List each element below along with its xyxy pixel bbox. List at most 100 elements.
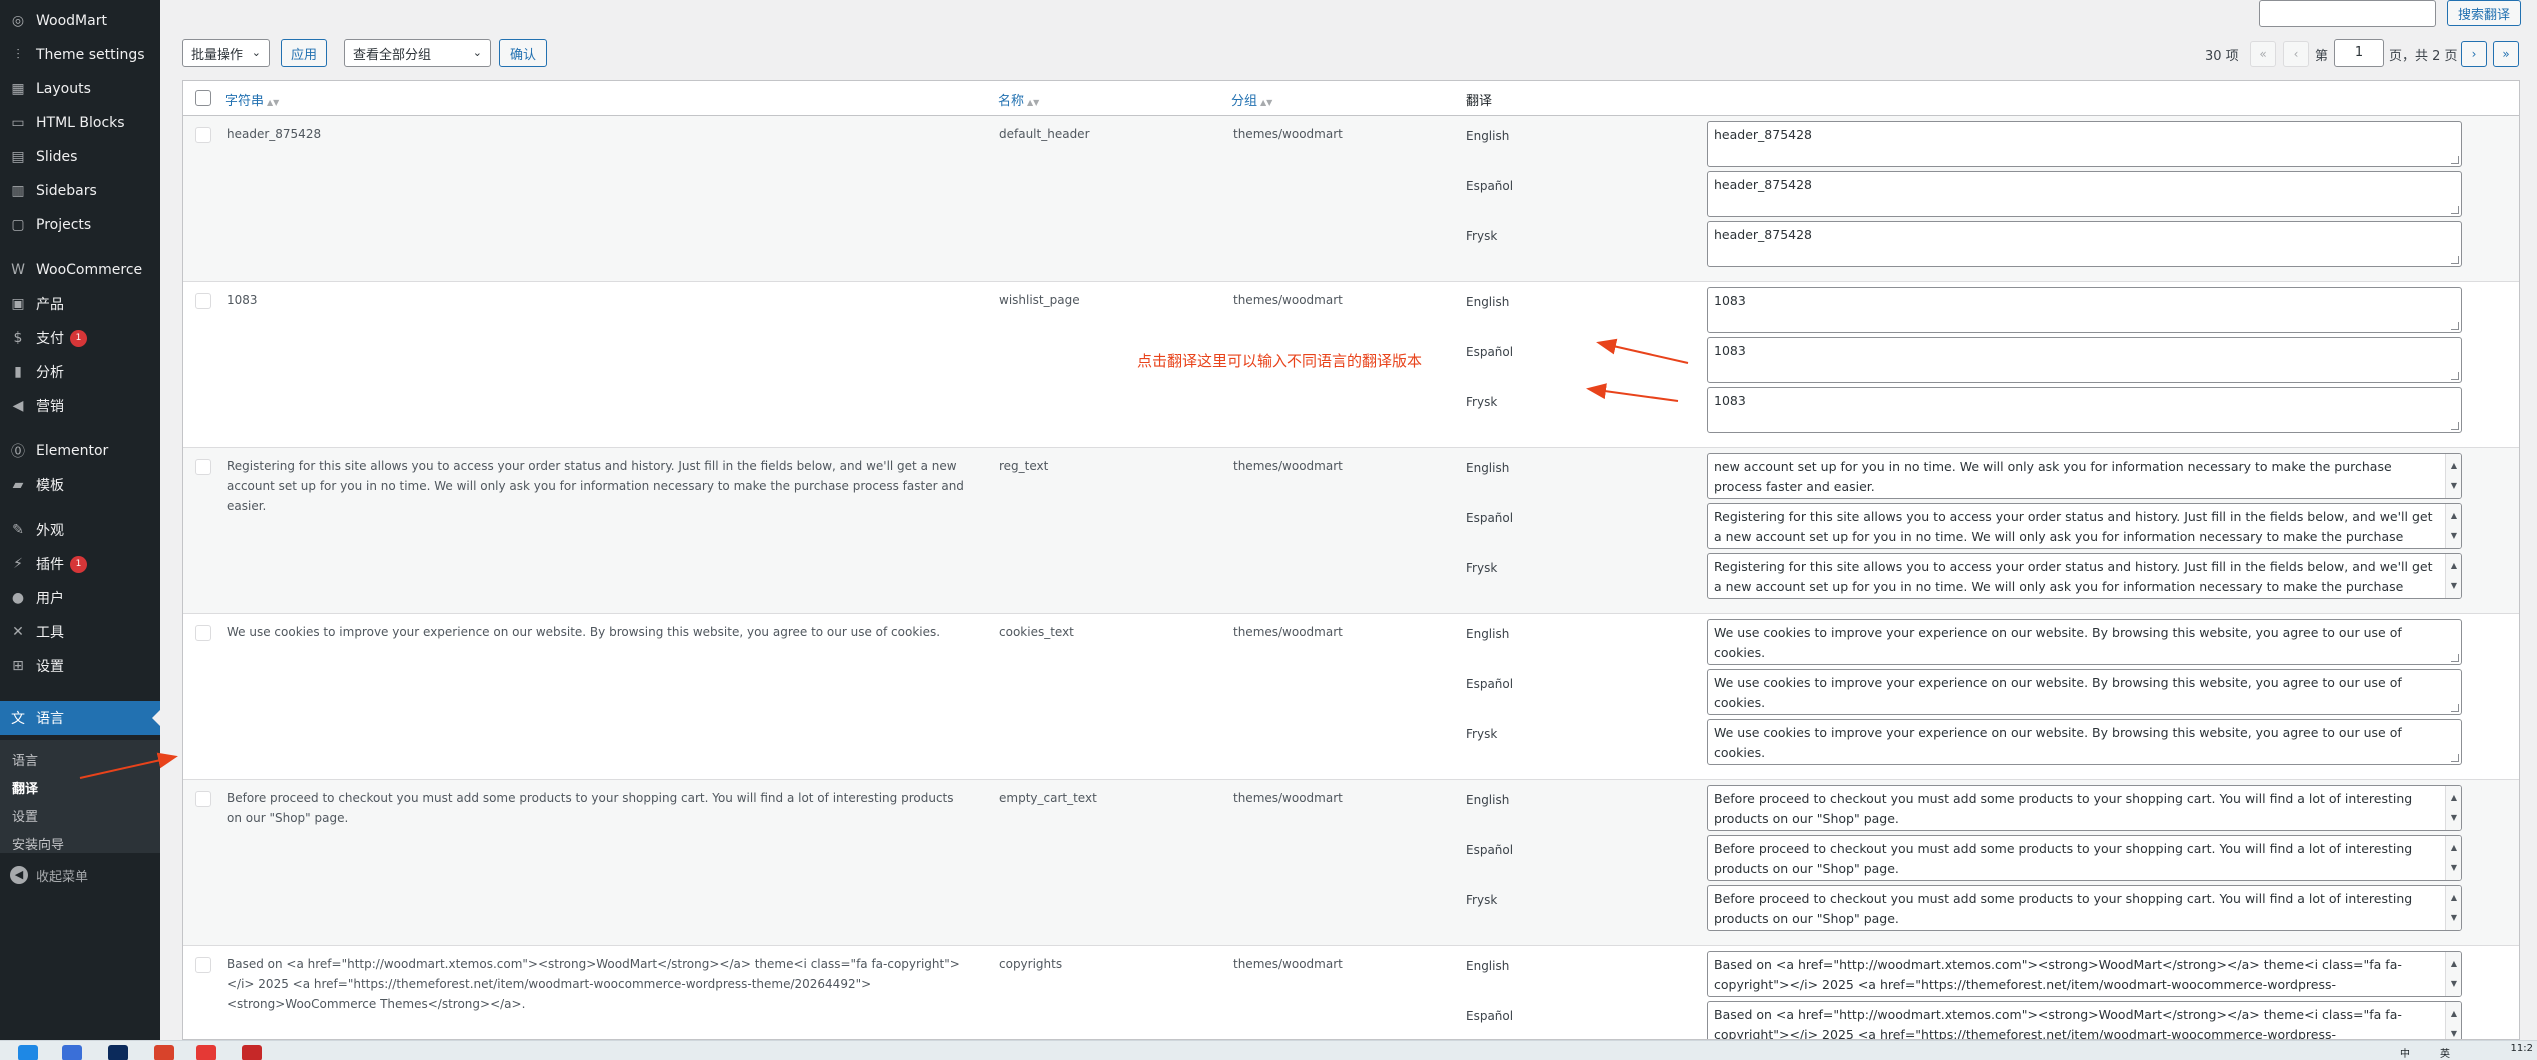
translation-textarea[interactable]: new account set up for you in no time. W… [1707, 453, 2462, 499]
sidebar-item-woocommerce[interactable]: W WooCommerce [0, 257, 160, 283]
scroll-up-icon[interactable]: ▲ [2446, 888, 2461, 908]
textarea-scrollbar[interactable]: ▲ ▼ [2445, 786, 2461, 830]
resize-grip-icon[interactable] [2451, 372, 2459, 380]
first-page-button[interactable]: « [2250, 41, 2276, 67]
translation-textarea[interactable]: Based on <a href="http://woodmart.xtemos… [1707, 1001, 2462, 1039]
scroll-down-icon[interactable]: ▼ [2446, 476, 2461, 496]
scroll-down-icon[interactable]: ▼ [2446, 858, 2461, 878]
column-group[interactable]: 分组 ▲▼ [1231, 90, 1272, 109]
translation-textarea[interactable]: We use cookies to improve your experienc… [1707, 669, 2462, 715]
row-checkbox[interactable] [195, 293, 211, 309]
sidebar-item-woodmart[interactable]: ◎ WoodMart [0, 8, 160, 34]
apply-button[interactable]: 应用 [281, 39, 327, 67]
translation-search-input[interactable] [2259, 0, 2436, 27]
translation-textarea[interactable]: Before proceed to checkout you must add … [1707, 785, 2462, 831]
current-page-input[interactable]: 1 [2334, 39, 2384, 67]
translation-textarea[interactable]: 1083 [1707, 287, 2462, 333]
sidebar-item-chart[interactable]: ▮ 分析 [0, 359, 160, 385]
sidebar-item-archive[interactable]: ▣ 产品 [0, 291, 160, 317]
translation-textarea[interactable]: We use cookies to improve your experienc… [1707, 619, 2462, 665]
textarea-scrollbar[interactable]: ▲ ▼ [2445, 454, 2461, 498]
browser-icon[interactable] [154, 1045, 174, 1060]
sidebar-item-folder[interactable]: ▰ 模板 [0, 472, 160, 498]
translation-textarea[interactable]: We use cookies to improve your experienc… [1707, 719, 2462, 765]
scroll-up-icon[interactable]: ▲ [2446, 506, 2461, 526]
resize-grip-icon[interactable] [2451, 256, 2459, 264]
photoshop-icon[interactable] [108, 1045, 128, 1060]
sidebar-item-user[interactable]: ● 用户 [0, 585, 160, 611]
translation-textarea[interactable]: 1083 [1707, 387, 2462, 433]
submenu-item-translations[interactable]: 翻译 [12, 778, 38, 797]
row-checkbox[interactable] [195, 791, 211, 807]
confirm-filter-button[interactable]: 确认 [499, 39, 547, 67]
resize-grip-icon[interactable] [2451, 654, 2459, 662]
sidebar-item-megaphone[interactable]: ◀ 营销 [0, 393, 160, 419]
scroll-down-icon[interactable]: ▼ [2446, 1024, 2461, 1039]
resize-grip-icon[interactable] [2451, 704, 2459, 712]
sidebar-item-translation[interactable]: 文语言 [0, 701, 160, 735]
translation-textarea[interactable]: header_875428 [1707, 221, 2462, 267]
translation-textarea[interactable]: Based on <a href="http://woodmart.xtemos… [1707, 951, 2462, 997]
textarea-scrollbar[interactable]: ▲ ▼ [2445, 836, 2461, 880]
prev-page-button[interactable]: ‹ [2283, 41, 2309, 67]
textarea-scrollbar[interactable]: ▲ ▼ [2445, 952, 2461, 996]
scroll-up-icon[interactable]: ▲ [2446, 954, 2461, 974]
start-menu-icon[interactable] [18, 1045, 38, 1060]
scroll-up-icon[interactable]: ▲ [2446, 838, 2461, 858]
scroll-up-icon[interactable]: ▲ [2446, 456, 2461, 476]
textarea-scrollbar[interactable]: ▲ ▼ [2445, 504, 2461, 548]
mail-icon[interactable] [196, 1045, 216, 1060]
sidebar-item-brush[interactable]: ✎ 外观 [0, 517, 160, 543]
submenu-item-languages[interactable]: 语言 [12, 750, 38, 769]
collapse-menu-button[interactable]: ◀ 收起菜单 [0, 862, 160, 888]
column-string[interactable]: 字符串 ▲▼ [225, 90, 279, 109]
textarea-scrollbar[interactable]: ▲ ▼ [2445, 554, 2461, 598]
row-checkbox[interactable] [195, 625, 211, 641]
sidebar-item-html-blocks[interactable]: ▭ HTML Blocks [0, 110, 160, 136]
submenu-item-setup-wizard[interactable]: 安装向导 [12, 834, 64, 853]
translation-textarea[interactable]: Registering for this site allows you to … [1707, 503, 2462, 549]
resize-grip-icon[interactable] [2451, 754, 2459, 762]
resize-grip-icon[interactable] [2451, 156, 2459, 164]
textarea-scrollbar[interactable]: ▲ ▼ [2445, 886, 2461, 930]
ime-indicator-cn[interactable]: 中 [2400, 1045, 2410, 1060]
textarea-scrollbar[interactable]: ▲ ▼ [2445, 1002, 2461, 1039]
bulk-action-select[interactable]: 批量操作 ⌄ [182, 39, 270, 67]
select-all-checkbox[interactable] [195, 90, 211, 106]
translation-textarea[interactable]: header_875428 [1707, 121, 2462, 167]
chat-icon[interactable] [242, 1045, 262, 1060]
scroll-up-icon[interactable]: ▲ [2446, 556, 2461, 576]
scroll-down-icon[interactable]: ▼ [2446, 526, 2461, 546]
group-filter-select[interactable]: 查看全部分组 ⌄ [344, 39, 491, 67]
sidebar-item-payment[interactable]: $ 支付 1 [0, 325, 160, 351]
resize-grip-icon[interactable] [2451, 206, 2459, 214]
row-checkbox[interactable] [195, 459, 211, 475]
search-translations-button[interactable]: 搜索翻译 [2447, 0, 2521, 26]
translation-textarea[interactable]: Before proceed to checkout you must add … [1707, 885, 2462, 931]
sidebar-item-slides[interactable]: ▤ Slides [0, 144, 160, 170]
resize-grip-icon[interactable] [2451, 322, 2459, 330]
sidebar-item-sidebars[interactable]: ▥ Sidebars [0, 178, 160, 204]
column-name[interactable]: 名称 ▲▼ [998, 90, 1039, 109]
resize-grip-icon[interactable] [2451, 422, 2459, 430]
translation-textarea[interactable]: Registering for this site allows you to … [1707, 553, 2462, 599]
sidebar-item-elementor[interactable]: ⓪ Elementor [0, 438, 160, 464]
scroll-down-icon[interactable]: ▼ [2446, 808, 2461, 828]
submenu-item-settings[interactable]: 设置 [12, 806, 38, 825]
app-icon[interactable] [62, 1045, 82, 1060]
translation-textarea[interactable]: header_875428 [1707, 171, 2462, 217]
sidebar-item-layouts[interactable]: ▦ Layouts [0, 76, 160, 102]
scroll-up-icon[interactable]: ▲ [2446, 1004, 2461, 1024]
scroll-down-icon[interactable]: ▼ [2446, 908, 2461, 928]
next-page-button[interactable]: › [2461, 41, 2487, 67]
sidebar-item-settings[interactable]: ⊞ 设置 [0, 653, 160, 679]
sidebar-item-projects[interactable]: ▢ Projects [0, 212, 160, 238]
sidebar-item-plugin[interactable]: ⚡ 插件 1 [0, 551, 160, 577]
last-page-button[interactable]: » [2493, 41, 2519, 67]
sidebar-item-sliders[interactable]: ⫶ Theme settings [0, 42, 160, 68]
scroll-down-icon[interactable]: ▼ [2446, 576, 2461, 596]
row-checkbox[interactable] [195, 127, 211, 143]
scroll-up-icon[interactable]: ▲ [2446, 788, 2461, 808]
translation-textarea[interactable]: Before proceed to checkout you must add … [1707, 835, 2462, 881]
scroll-down-icon[interactable]: ▼ [2446, 974, 2461, 994]
